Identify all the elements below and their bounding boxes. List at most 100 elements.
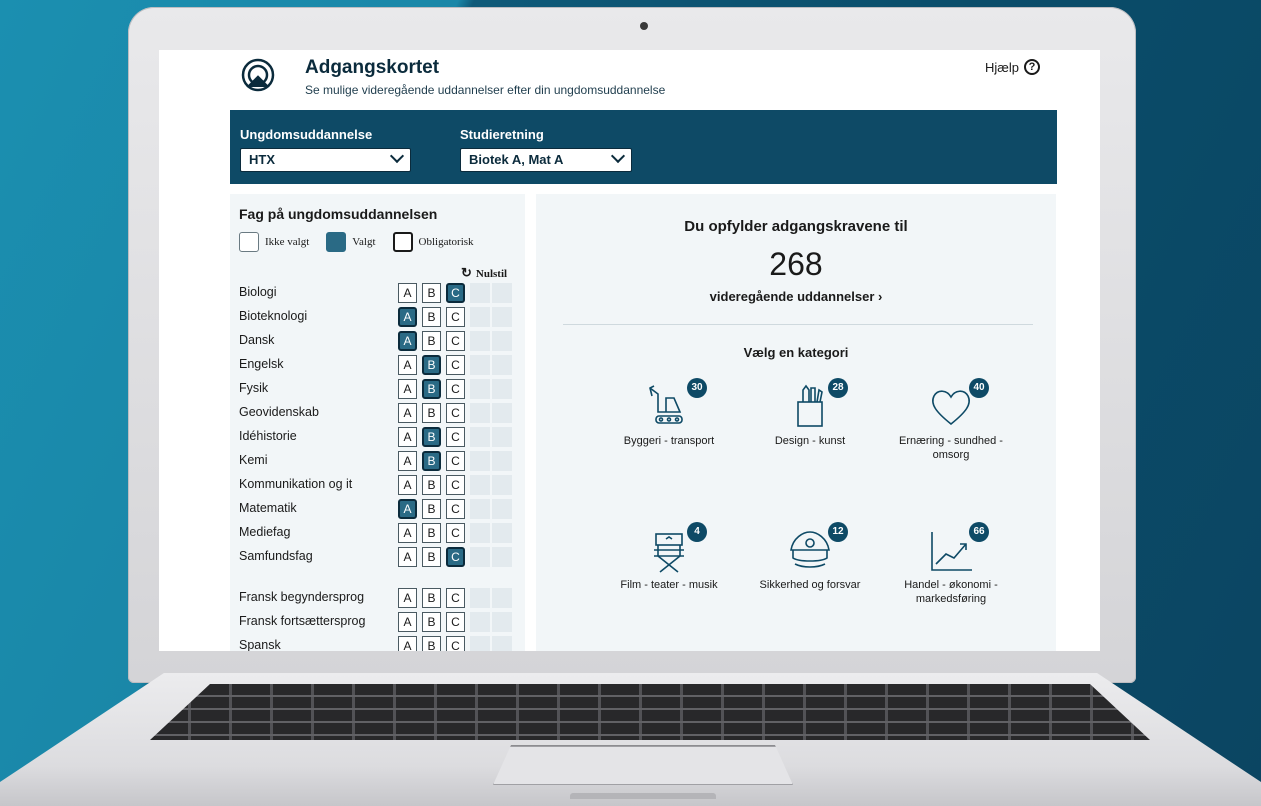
level-button-c[interactable]: C — [446, 283, 465, 303]
category-card[interactable]: 30 Byggeri - transport — [604, 378, 734, 488]
category-label: Handel - økonomi - markedsføring — [904, 579, 998, 605]
direction-select[interactable]: Biotek A, Mat A — [460, 148, 632, 172]
legend-selected-label: Valgt — [352, 236, 376, 248]
level-button-c[interactable]: C — [446, 499, 465, 519]
logo-icon — [241, 58, 275, 92]
level-button-c[interactable]: C — [446, 331, 465, 351]
level-button-c[interactable]: C — [446, 547, 465, 567]
education-select[interactable]: HTX — [240, 148, 411, 172]
level-button-a[interactable]: A — [398, 523, 417, 543]
level-button-c[interactable]: C — [446, 475, 465, 495]
level-button-b[interactable]: B — [422, 283, 441, 303]
level-button-a[interactable]: A — [398, 355, 417, 375]
level-button-c[interactable]: C — [446, 588, 465, 608]
results-panel: Du opfylder adgangskravene til 268 vider… — [536, 194, 1056, 651]
level-button-b[interactable]: B — [422, 307, 441, 327]
empty-level-slot — [470, 427, 490, 447]
results-link[interactable]: videregående uddannelser › — [536, 289, 1056, 304]
category-card[interactable]: 66 Handel - økonomi - markedsføring — [886, 522, 1016, 632]
level-button-c[interactable]: C — [446, 379, 465, 399]
level-button-a[interactable]: A — [398, 331, 417, 351]
level-button-b[interactable]: B — [422, 403, 441, 423]
education-value: HTX — [249, 152, 275, 167]
empty-level-slot — [492, 499, 512, 519]
category-heading: Vælg en kategori — [743, 345, 849, 360]
level-button-c[interactable]: C — [446, 612, 465, 632]
level-button-c[interactable]: C — [446, 427, 465, 447]
subject-name: Mediefag — [239, 525, 291, 539]
category-label: Byggeri - transport — [623, 435, 715, 447]
legend-not-selected-swatch — [239, 232, 259, 252]
subject-name: Idéhistorie — [239, 429, 297, 443]
level-button-c[interactable]: C — [446, 523, 465, 543]
level-button-a[interactable]: A — [398, 636, 417, 651]
level-button-b[interactable]: B — [422, 612, 441, 632]
app-header: Adgangskortet Se mulige videregående udd… — [159, 50, 1100, 110]
level-button-c[interactable]: C — [446, 355, 465, 375]
empty-level-slot — [492, 331, 512, 351]
subjects-panel: Fag på ungdomsuddannelsen Ikke valgt Val… — [230, 194, 525, 651]
empty-level-slot — [492, 283, 512, 303]
level-button-b[interactable]: B — [422, 588, 441, 608]
reset-label: Nulstil — [475, 268, 508, 280]
subject-row: Matematik A B C — [230, 498, 525, 522]
empty-level-slot — [492, 612, 512, 632]
level-button-c[interactable]: C — [446, 451, 465, 471]
level-button-b[interactable]: B — [422, 451, 441, 471]
legend-mandatory-label: Obligatorisk — [418, 236, 474, 248]
level-button-b[interactable]: B — [422, 379, 441, 399]
level-button-b[interactable]: B — [422, 475, 441, 495]
app-subtitle: Se mulige videregående uddannelser efter… — [305, 83, 666, 97]
question-icon: ? — [1023, 59, 1040, 75]
level-button-a[interactable]: A — [398, 403, 417, 423]
category-card[interactable]: 40 Ernæring - sundhed - omsorg — [886, 378, 1016, 488]
empty-level-slot — [492, 403, 512, 423]
level-button-a[interactable]: A — [398, 612, 417, 632]
empty-level-slot — [492, 307, 512, 327]
level-button-c[interactable]: C — [446, 403, 465, 423]
help-link[interactable]: Hjælp ? — [985, 59, 1040, 75]
level-button-b[interactable]: B — [422, 355, 441, 375]
empty-level-slot — [470, 475, 490, 495]
category-card[interactable]: 12 Sikkerhed og forsvar — [745, 522, 875, 632]
legend-not-selected-label: Ikke valgt — [265, 236, 310, 248]
level-button-b[interactable]: B — [422, 427, 441, 447]
subject-name: Fransk fortsættersprog — [239, 614, 366, 628]
level-button-a[interactable]: A — [398, 307, 417, 327]
subject-name: Matematik — [239, 501, 297, 515]
level-button-a[interactable]: A — [398, 499, 417, 519]
touchpad — [493, 745, 793, 785]
subject-name: Spansk — [239, 638, 281, 651]
refresh-icon: ↻ — [461, 265, 472, 280]
level-button-a[interactable]: A — [398, 427, 417, 447]
level-button-b[interactable]: B — [422, 499, 441, 519]
subject-row: Fysik A B C — [230, 378, 525, 402]
level-button-b[interactable]: B — [422, 523, 441, 543]
subject-row: Mediefag A B C — [230, 522, 525, 546]
level-button-a[interactable]: A — [398, 475, 417, 495]
reset-button[interactable]: ↻ Nulstil — [461, 265, 507, 281]
subject-name: Biologi — [239, 285, 277, 299]
level-button-b[interactable]: B — [422, 547, 441, 567]
empty-level-slot — [470, 355, 490, 375]
level-button-a[interactable]: A — [398, 283, 417, 303]
level-button-a[interactable]: A — [398, 547, 417, 567]
level-button-b[interactable]: B — [422, 331, 441, 351]
category-card[interactable]: 4 Film - teater - musik — [604, 522, 734, 632]
level-button-a[interactable]: A — [398, 451, 417, 471]
category-count-badge: 30 — [687, 378, 707, 398]
empty-level-slot — [492, 451, 512, 471]
level-button-c[interactable]: C — [446, 307, 465, 327]
education-label: Ungdomsuddannelse — [240, 127, 373, 142]
level-button-a[interactable]: A — [398, 379, 417, 399]
divider — [563, 324, 1033, 325]
empty-level-slot — [470, 612, 490, 632]
category-card[interactable]: 28 Design - kunst — [745, 378, 875, 488]
level-button-a[interactable]: A — [398, 588, 417, 608]
legend-selected-swatch — [326, 232, 347, 252]
subject-name: Engelsk — [239, 357, 284, 371]
empty-level-slot — [470, 499, 490, 519]
level-button-b[interactable]: B — [422, 636, 441, 651]
selection-bar: Ungdomsuddannelse HTX » Studieretning Bi… — [230, 110, 1057, 184]
level-button-c[interactable]: C — [446, 636, 465, 651]
